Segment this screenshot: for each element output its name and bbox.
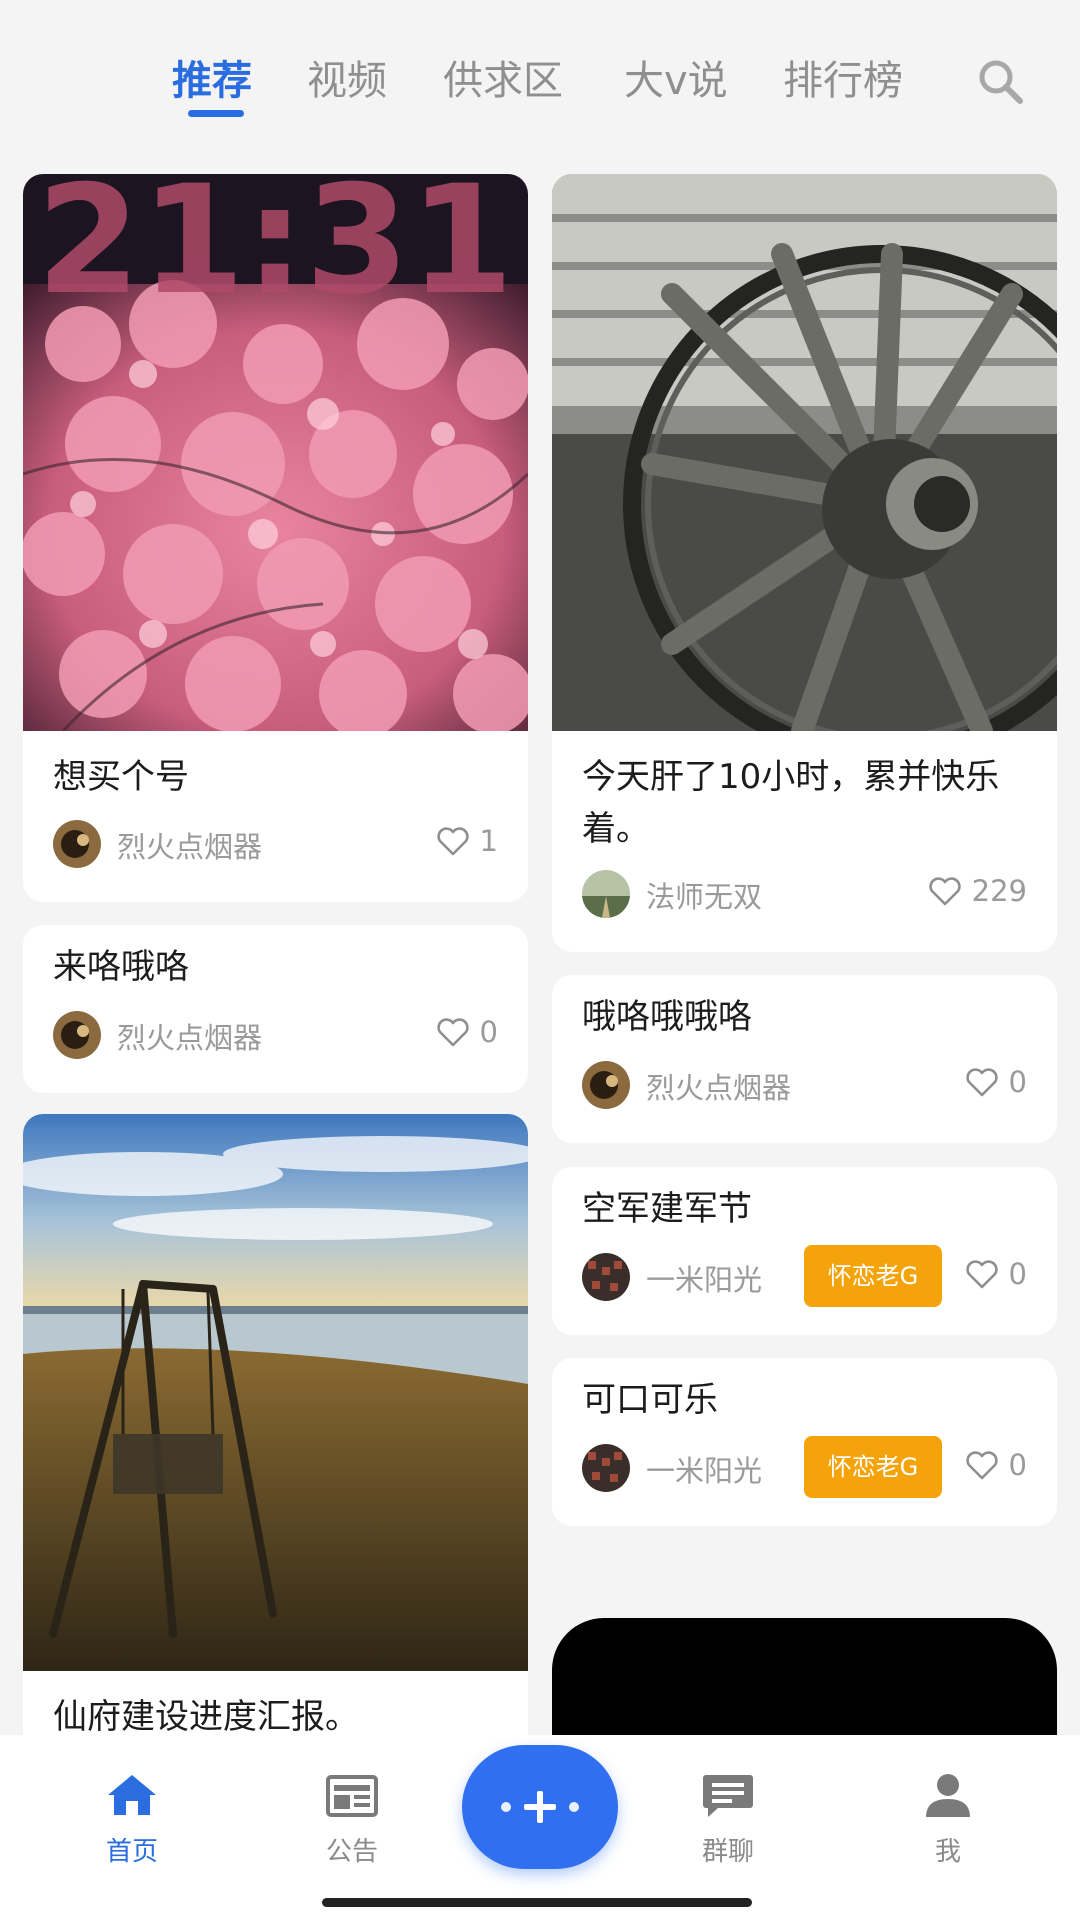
post-card[interactable]: 仙府建设进度汇报。 [23,1114,528,1754]
post-title: 今天肝了10小时，累并快乐着。 [582,757,1000,849]
like-count-value: 0 [1008,1065,1027,1099]
avatar[interactable] [582,1061,630,1109]
like-count-value: 0 [479,1015,498,1049]
heart-outline-icon [965,1068,998,1097]
avatar[interactable] [582,1253,630,1301]
post-image-blossom: 21:31 [23,174,528,731]
like-count[interactable]: 1 [436,824,498,858]
nav-home-label: 首页 [105,1837,158,1867]
nav-me[interactable]: 我 [888,1771,1008,1868]
post-card[interactable]: 可口可乐 一米阳光 怀恋老G 0 [552,1358,1057,1526]
post-meta: 一米阳光 怀恋老G 0 [582,1245,1027,1307]
nav-me-label: 我 [934,1837,961,1867]
heart-outline-icon [436,1018,469,1047]
user-badge: 怀恋老G [804,1245,942,1307]
top-tab-bar: 推荐 视频 供求区 大v说 排行榜 [0,0,1080,150]
search-icon[interactable] [975,56,1027,108]
heart-outline-icon [965,1451,998,1480]
post-card[interactable]: 21:31 想买个号 烈火点烟器 1 [23,174,528,902]
post-card[interactable]: 今天肝了10小时，累并快乐着。 法师无双 229 [552,174,1057,952]
post-meta: 一米阳光 怀恋老G 0 [582,1436,1027,1498]
user-badge: 怀恋老G [804,1436,942,1498]
author-name[interactable]: 一米阳光 [646,1257,762,1299]
like-count[interactable]: 229 [928,874,1027,908]
tab-supply[interactable]: 供求区 [443,48,563,106]
add-post-button[interactable] [462,1745,618,1869]
post-title: 想买个号 [53,757,189,797]
author-name[interactable]: 法师无双 [646,874,762,916]
post-card[interactable]: 哦咯哦哦咯 烈火点烟器 0 [552,975,1057,1143]
heart-outline-icon [436,827,469,856]
nav-chat[interactable]: 群聊 [668,1771,788,1868]
nav-notice[interactable]: 公告 [292,1771,412,1868]
heart-outline-icon [965,1260,998,1289]
tab-video[interactable]: 视频 [307,48,387,106]
person-icon [926,1774,970,1817]
tab-recommend[interactable]: 推荐 [172,48,252,106]
newspaper-icon [326,1775,378,1817]
plus-icon [501,1791,579,1823]
post-card[interactable]: 来咯哦咯 烈火点烟器 0 [23,925,528,1093]
post-image-swing-landscape [23,1114,528,1671]
heart-outline-icon [928,877,961,906]
like-count[interactable]: 0 [436,1015,498,1049]
tab-ranking[interactable]: 排行榜 [783,48,903,106]
post-image-wagon-wheel [552,174,1057,731]
author-name[interactable]: 烈火点烟器 [646,1065,791,1107]
avatar[interactable] [582,870,630,918]
like-count[interactable]: 0 [965,1448,1027,1482]
nav-chat-label: 群聊 [701,1837,754,1867]
author-name[interactable]: 烈火点烟器 [117,1015,262,1057]
nav-notice-label: 公告 [325,1837,378,1867]
tab-bigv[interactable]: 大v说 [624,48,728,106]
like-count-value: 229 [971,874,1027,908]
avatar[interactable] [53,1011,101,1059]
author-name[interactable]: 一米阳光 [646,1448,762,1490]
post-title: 空军建军节 [582,1189,752,1229]
post-meta: 烈火点烟器 0 [53,1009,498,1061]
post-meta: 烈火点烟器 1 [53,818,498,870]
post-title: 来咯哦咯 [53,947,189,987]
like-count-value: 1 [479,824,498,858]
forum-feed-page: 推荐 视频 供求区 大v说 排行榜 21:31 想买个号 烈火点烟器 1 今天肝… [0,0,1080,1920]
avatar[interactable] [582,1444,630,1492]
like-count-value: 0 [1008,1257,1027,1291]
wallpaper-clock: 21:31 [36,174,513,328]
like-count-value: 0 [1008,1448,1027,1482]
like-count[interactable]: 0 [965,1257,1027,1291]
post-card[interactable]: 空军建军节 一米阳光 怀恋老G 0 [552,1167,1057,1335]
post-title: 哦咯哦哦咯 [582,997,752,1037]
like-count[interactable]: 0 [965,1065,1027,1099]
post-title: 可口可乐 [582,1380,718,1420]
chat-bubble-icon [703,1775,753,1817]
home-indicator [322,1898,752,1907]
home-icon [108,1775,156,1815]
active-tab-indicator [188,110,244,117]
nav-home[interactable]: 首页 [72,1771,192,1868]
post-meta: 法师无双 229 [582,868,1027,920]
author-name[interactable]: 烈火点烟器 [117,824,262,866]
post-meta: 烈火点烟器 0 [582,1059,1027,1111]
avatar[interactable] [53,820,101,868]
